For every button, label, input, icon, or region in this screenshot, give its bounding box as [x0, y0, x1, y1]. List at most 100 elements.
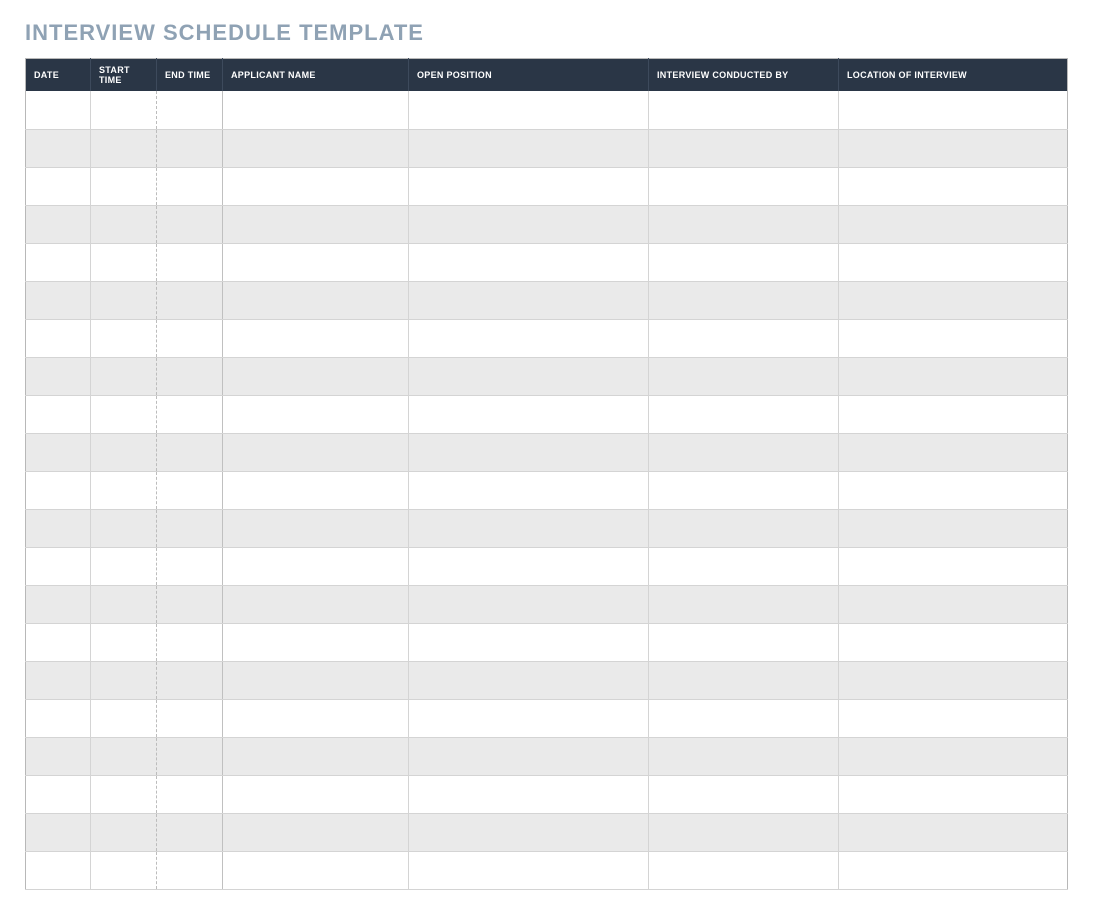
cell-location-of-interview[interactable]	[839, 851, 1068, 889]
cell-interview-conducted-by[interactable]	[649, 319, 839, 357]
cell-start-time[interactable]	[91, 205, 157, 243]
cell-interview-conducted-by[interactable]	[649, 813, 839, 851]
cell-open-position[interactable]	[409, 281, 649, 319]
cell-end-time[interactable]	[157, 243, 223, 281]
cell-applicant-name[interactable]	[223, 699, 409, 737]
cell-date[interactable]	[26, 281, 91, 319]
cell-date[interactable]	[26, 167, 91, 205]
cell-open-position[interactable]	[409, 661, 649, 699]
cell-applicant-name[interactable]	[223, 243, 409, 281]
cell-start-time[interactable]	[91, 813, 157, 851]
cell-open-position[interactable]	[409, 91, 649, 129]
cell-start-time[interactable]	[91, 775, 157, 813]
cell-interview-conducted-by[interactable]	[649, 357, 839, 395]
cell-interview-conducted-by[interactable]	[649, 851, 839, 889]
cell-applicant-name[interactable]	[223, 205, 409, 243]
cell-applicant-name[interactable]	[223, 737, 409, 775]
cell-date[interactable]	[26, 813, 91, 851]
cell-end-time[interactable]	[157, 813, 223, 851]
cell-location-of-interview[interactable]	[839, 395, 1068, 433]
cell-applicant-name[interactable]	[223, 509, 409, 547]
cell-end-time[interactable]	[157, 661, 223, 699]
cell-interview-conducted-by[interactable]	[649, 395, 839, 433]
cell-start-time[interactable]	[91, 357, 157, 395]
cell-applicant-name[interactable]	[223, 357, 409, 395]
cell-open-position[interactable]	[409, 623, 649, 661]
cell-location-of-interview[interactable]	[839, 509, 1068, 547]
cell-location-of-interview[interactable]	[839, 775, 1068, 813]
cell-date[interactable]	[26, 775, 91, 813]
cell-location-of-interview[interactable]	[839, 661, 1068, 699]
cell-end-time[interactable]	[157, 585, 223, 623]
cell-open-position[interactable]	[409, 509, 649, 547]
cell-applicant-name[interactable]	[223, 775, 409, 813]
cell-end-time[interactable]	[157, 851, 223, 889]
cell-open-position[interactable]	[409, 547, 649, 585]
cell-open-position[interactable]	[409, 813, 649, 851]
cell-start-time[interactable]	[91, 661, 157, 699]
cell-location-of-interview[interactable]	[839, 357, 1068, 395]
cell-start-time[interactable]	[91, 395, 157, 433]
cell-applicant-name[interactable]	[223, 547, 409, 585]
cell-open-position[interactable]	[409, 699, 649, 737]
cell-date[interactable]	[26, 357, 91, 395]
cell-interview-conducted-by[interactable]	[649, 243, 839, 281]
cell-date[interactable]	[26, 547, 91, 585]
cell-applicant-name[interactable]	[223, 91, 409, 129]
cell-date[interactable]	[26, 129, 91, 167]
cell-interview-conducted-by[interactable]	[649, 129, 839, 167]
cell-interview-conducted-by[interactable]	[649, 623, 839, 661]
cell-end-time[interactable]	[157, 357, 223, 395]
cell-date[interactable]	[26, 737, 91, 775]
cell-start-time[interactable]	[91, 243, 157, 281]
cell-open-position[interactable]	[409, 357, 649, 395]
cell-start-time[interactable]	[91, 699, 157, 737]
cell-start-time[interactable]	[91, 129, 157, 167]
cell-location-of-interview[interactable]	[839, 129, 1068, 167]
cell-location-of-interview[interactable]	[839, 281, 1068, 319]
cell-open-position[interactable]	[409, 319, 649, 357]
cell-end-time[interactable]	[157, 775, 223, 813]
cell-location-of-interview[interactable]	[839, 91, 1068, 129]
cell-interview-conducted-by[interactable]	[649, 167, 839, 205]
cell-date[interactable]	[26, 205, 91, 243]
cell-start-time[interactable]	[91, 281, 157, 319]
cell-date[interactable]	[26, 243, 91, 281]
cell-start-time[interactable]	[91, 623, 157, 661]
cell-open-position[interactable]	[409, 851, 649, 889]
cell-location-of-interview[interactable]	[839, 167, 1068, 205]
cell-start-time[interactable]	[91, 585, 157, 623]
cell-applicant-name[interactable]	[223, 319, 409, 357]
cell-location-of-interview[interactable]	[839, 585, 1068, 623]
cell-end-time[interactable]	[157, 281, 223, 319]
cell-open-position[interactable]	[409, 243, 649, 281]
cell-interview-conducted-by[interactable]	[649, 509, 839, 547]
cell-interview-conducted-by[interactable]	[649, 737, 839, 775]
cell-end-time[interactable]	[157, 509, 223, 547]
cell-location-of-interview[interactable]	[839, 623, 1068, 661]
cell-end-time[interactable]	[157, 91, 223, 129]
cell-end-time[interactable]	[157, 547, 223, 585]
cell-start-time[interactable]	[91, 433, 157, 471]
cell-open-position[interactable]	[409, 205, 649, 243]
cell-location-of-interview[interactable]	[839, 699, 1068, 737]
cell-applicant-name[interactable]	[223, 585, 409, 623]
cell-applicant-name[interactable]	[223, 281, 409, 319]
cell-start-time[interactable]	[91, 851, 157, 889]
cell-open-position[interactable]	[409, 395, 649, 433]
cell-end-time[interactable]	[157, 129, 223, 167]
cell-applicant-name[interactable]	[223, 813, 409, 851]
cell-end-time[interactable]	[157, 167, 223, 205]
cell-applicant-name[interactable]	[223, 167, 409, 205]
cell-open-position[interactable]	[409, 433, 649, 471]
cell-open-position[interactable]	[409, 167, 649, 205]
cell-interview-conducted-by[interactable]	[649, 547, 839, 585]
cell-open-position[interactable]	[409, 129, 649, 167]
cell-date[interactable]	[26, 319, 91, 357]
cell-location-of-interview[interactable]	[839, 319, 1068, 357]
cell-location-of-interview[interactable]	[839, 205, 1068, 243]
cell-date[interactable]	[26, 509, 91, 547]
cell-location-of-interview[interactable]	[839, 243, 1068, 281]
cell-location-of-interview[interactable]	[839, 433, 1068, 471]
cell-open-position[interactable]	[409, 471, 649, 509]
